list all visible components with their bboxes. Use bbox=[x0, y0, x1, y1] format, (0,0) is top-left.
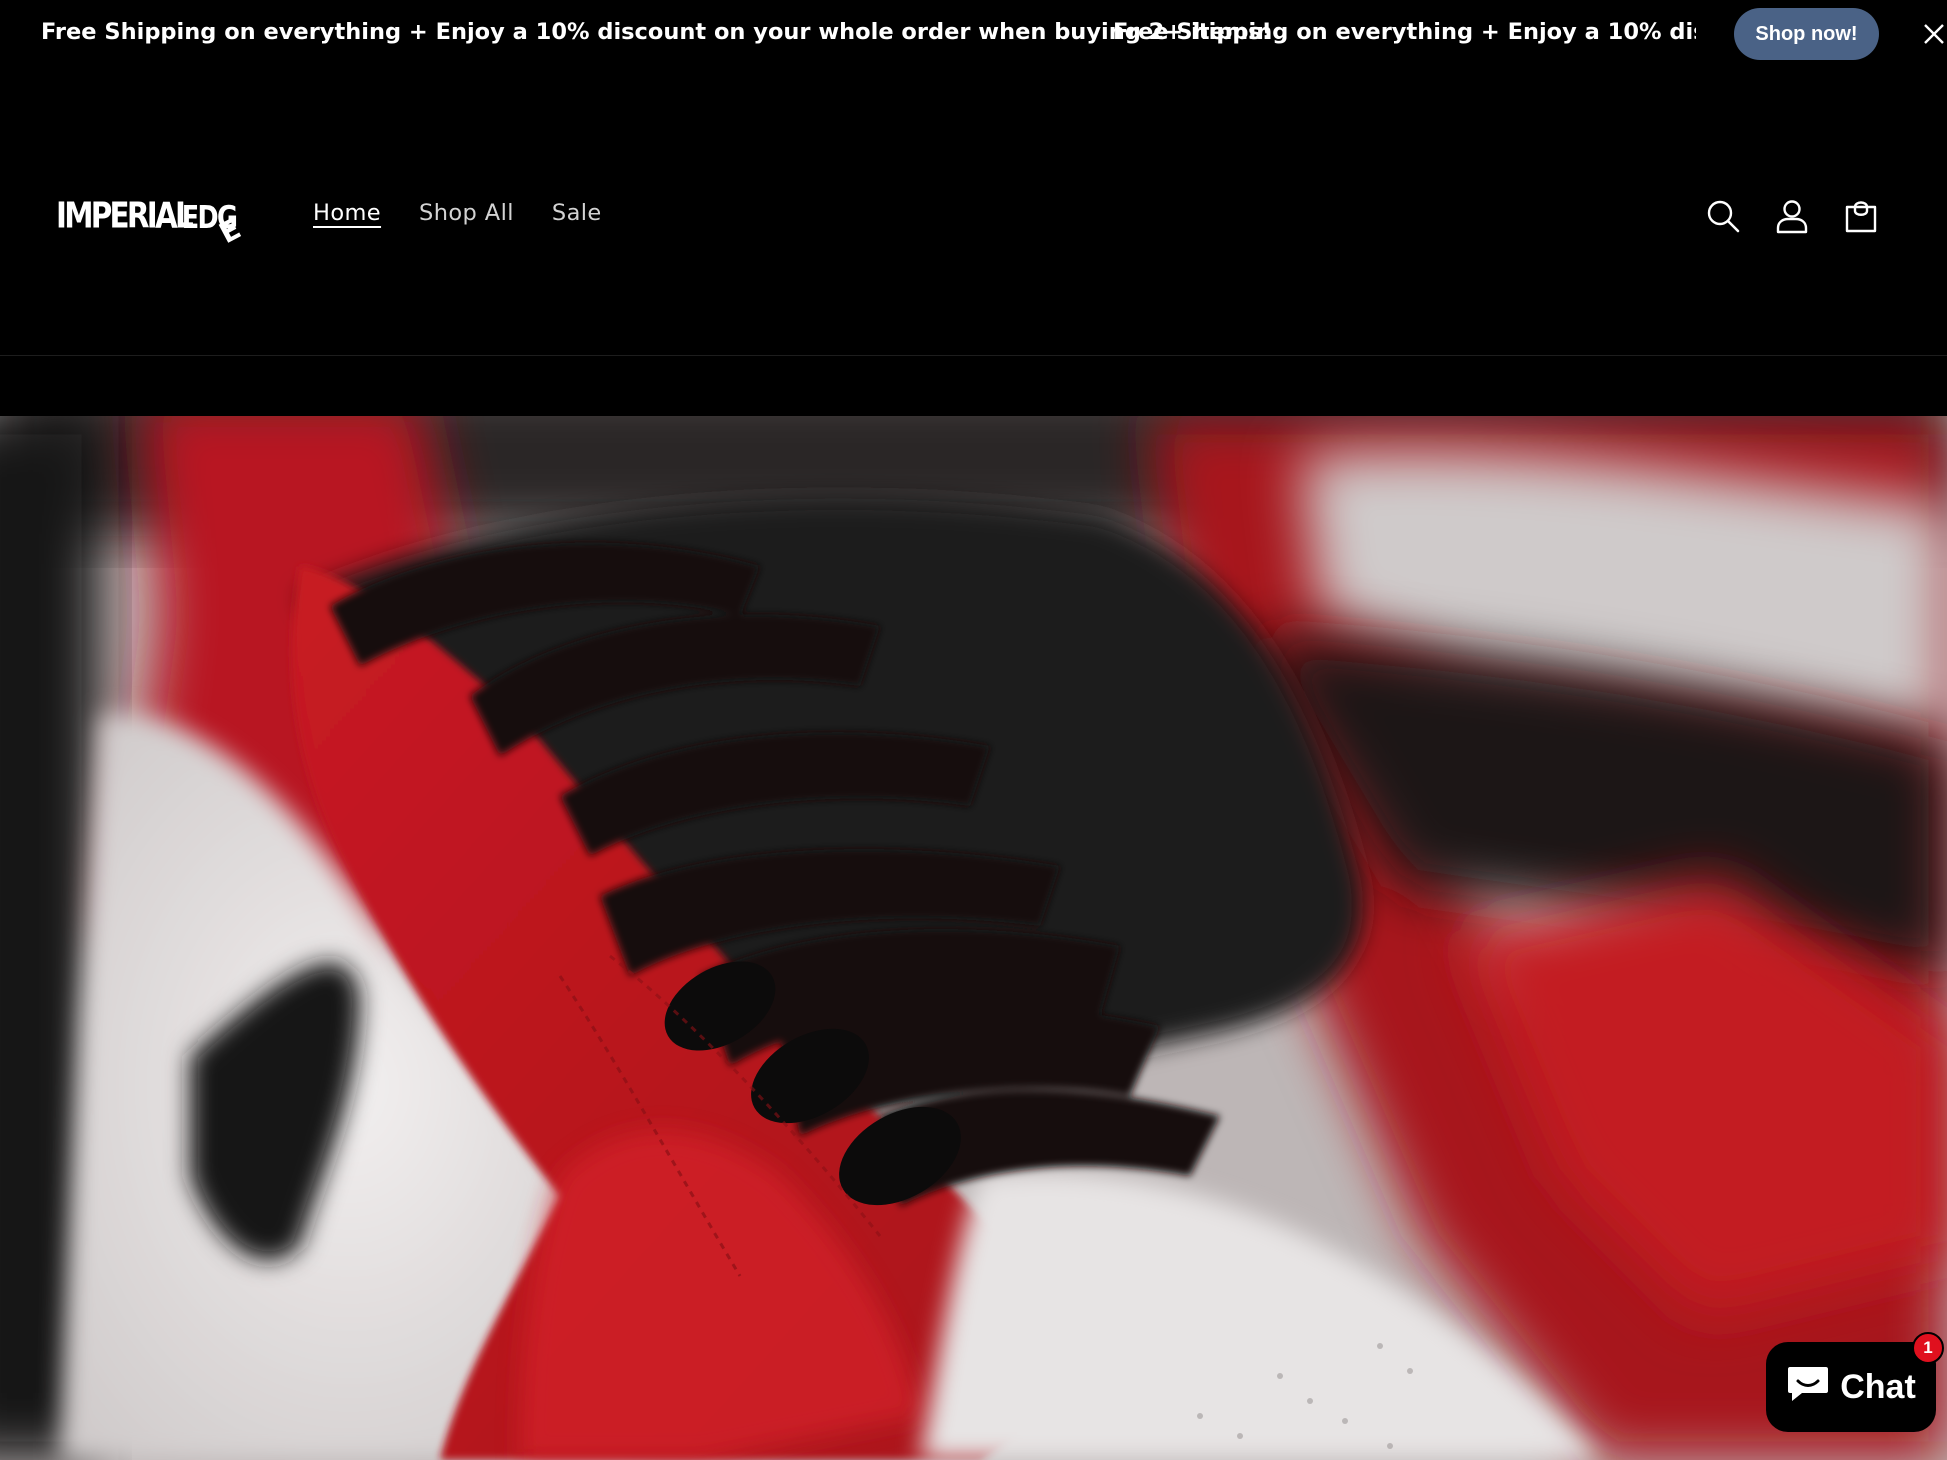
brand-logo[interactable]: IMPERIAL EDG E bbox=[56, 188, 252, 250]
shop-now-button[interactable]: Shop now! bbox=[1734, 8, 1879, 60]
main-nav: Home Shop All Sale bbox=[313, 200, 602, 226]
search-icon[interactable] bbox=[1705, 198, 1741, 234]
account-icon[interactable] bbox=[1774, 198, 1810, 234]
chat-bubble-icon bbox=[1786, 1363, 1830, 1412]
close-icon[interactable] bbox=[1920, 20, 1947, 48]
svg-text:IMPERIAL: IMPERIAL bbox=[56, 195, 193, 236]
chat-label: Chat bbox=[1840, 1367, 1916, 1406]
announcement-message: Free Shipping on everything + Enjoy a 10… bbox=[41, 19, 1272, 45]
announcement-bar: Free Shipping on everything + Enjoy a 10… bbox=[0, 0, 1947, 68]
nav-home[interactable]: Home bbox=[313, 200, 381, 226]
chat-button[interactable]: Chat bbox=[1766, 1342, 1936, 1432]
chat-notification-badge: 1 bbox=[1912, 1332, 1944, 1364]
nav-shop-all[interactable]: Shop All bbox=[419, 200, 514, 226]
site-header: IMPERIAL EDG E Home Shop All Sale bbox=[0, 68, 1947, 356]
cart-icon[interactable] bbox=[1843, 198, 1879, 234]
announcement-marquee: Free Shipping on everything + Enjoy a 10… bbox=[0, 0, 1696, 68]
announcement-message-repeat: Free Shipping on everything + Enjoy a 10… bbox=[1113, 19, 1696, 45]
hero-image bbox=[0, 416, 1947, 1460]
svg-text:E: E bbox=[214, 212, 246, 248]
header-spacer bbox=[0, 356, 1947, 416]
nav-sale[interactable]: Sale bbox=[552, 200, 602, 226]
